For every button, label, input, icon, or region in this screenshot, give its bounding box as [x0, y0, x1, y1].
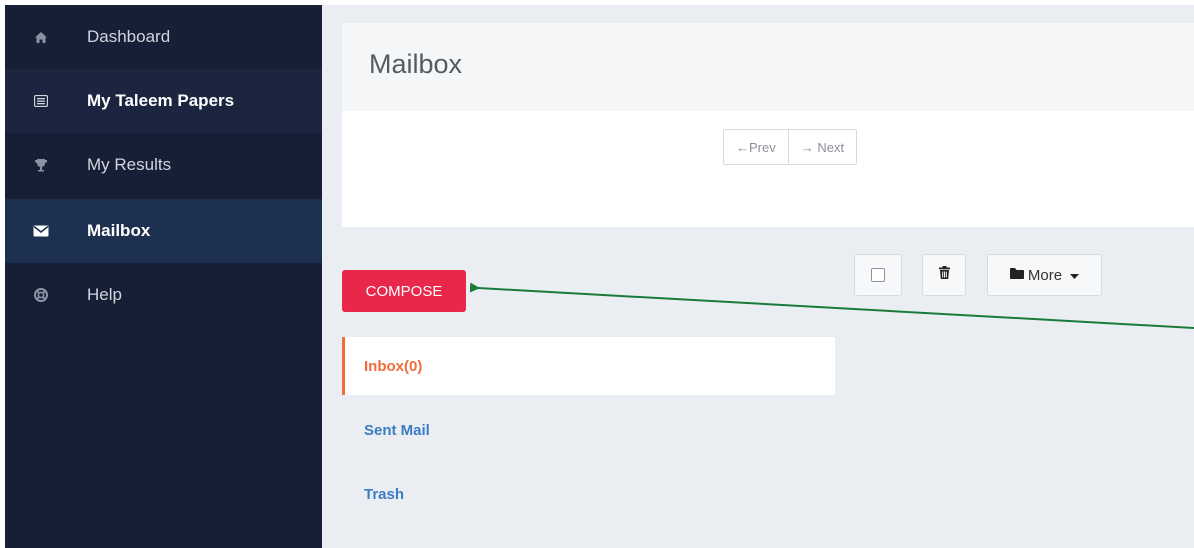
- page-title: Mailbox: [369, 49, 463, 79]
- pager: ←Prev → Next: [723, 129, 858, 165]
- more-dropdown[interactable]: More: [987, 254, 1102, 296]
- app-frame: Dashboard My Taleem Papers My Results Ma…: [0, 0, 1194, 548]
- sidebar: Dashboard My Taleem Papers My Results Ma…: [5, 5, 322, 548]
- envelope-icon: [33, 223, 49, 239]
- sidebar-item-label: Help: [87, 285, 122, 304]
- compose-button[interactable]: COMPOSE: [342, 270, 466, 312]
- sidebar-item-my-taleem-papers[interactable]: My Taleem Papers: [5, 69, 322, 133]
- sidebar-item-label: Dashboard: [87, 27, 171, 46]
- home-icon: [33, 29, 49, 45]
- folder-sent-mail[interactable]: Sent Mail: [342, 401, 835, 459]
- caret-down-icon: [1070, 266, 1080, 284]
- main-content: Mailbox ←Prev → Next COMPOSE More Inbox(…: [322, 5, 1194, 548]
- trash-icon: [938, 266, 950, 284]
- folder-trash[interactable]: Trash: [342, 465, 835, 523]
- sidebar-item-help[interactable]: Help: [5, 263, 322, 327]
- folder-inbox[interactable]: Inbox(0): [342, 337, 835, 395]
- checkbox-icon: [871, 268, 885, 282]
- prev-button[interactable]: ←Prev: [724, 130, 788, 164]
- delete-button[interactable]: [922, 254, 966, 296]
- sidebar-item-label: My Results: [87, 155, 172, 174]
- sidebar-item-label: Mailbox: [87, 221, 151, 240]
- list-icon: [33, 93, 49, 109]
- folder-list: Inbox(0) Sent Mail Trash: [342, 337, 835, 523]
- lifebuoy-icon: [33, 287, 49, 303]
- next-button[interactable]: → Next: [787, 130, 856, 164]
- sidebar-item-dashboard[interactable]: Dashboard: [5, 5, 322, 69]
- pager-panel: ←Prev → Next: [342, 111, 1194, 227]
- trophy-icon: [33, 157, 49, 173]
- page-header: Mailbox: [342, 23, 1194, 111]
- sidebar-item-label: My Taleem Papers: [87, 91, 235, 110]
- folder-icon: [1009, 266, 1024, 284]
- select-all-checkbox[interactable]: [854, 254, 902, 296]
- more-label: More: [1027, 266, 1063, 284]
- sidebar-item-my-results[interactable]: My Results: [5, 133, 322, 197]
- sidebar-item-mailbox[interactable]: Mailbox: [5, 199, 322, 263]
